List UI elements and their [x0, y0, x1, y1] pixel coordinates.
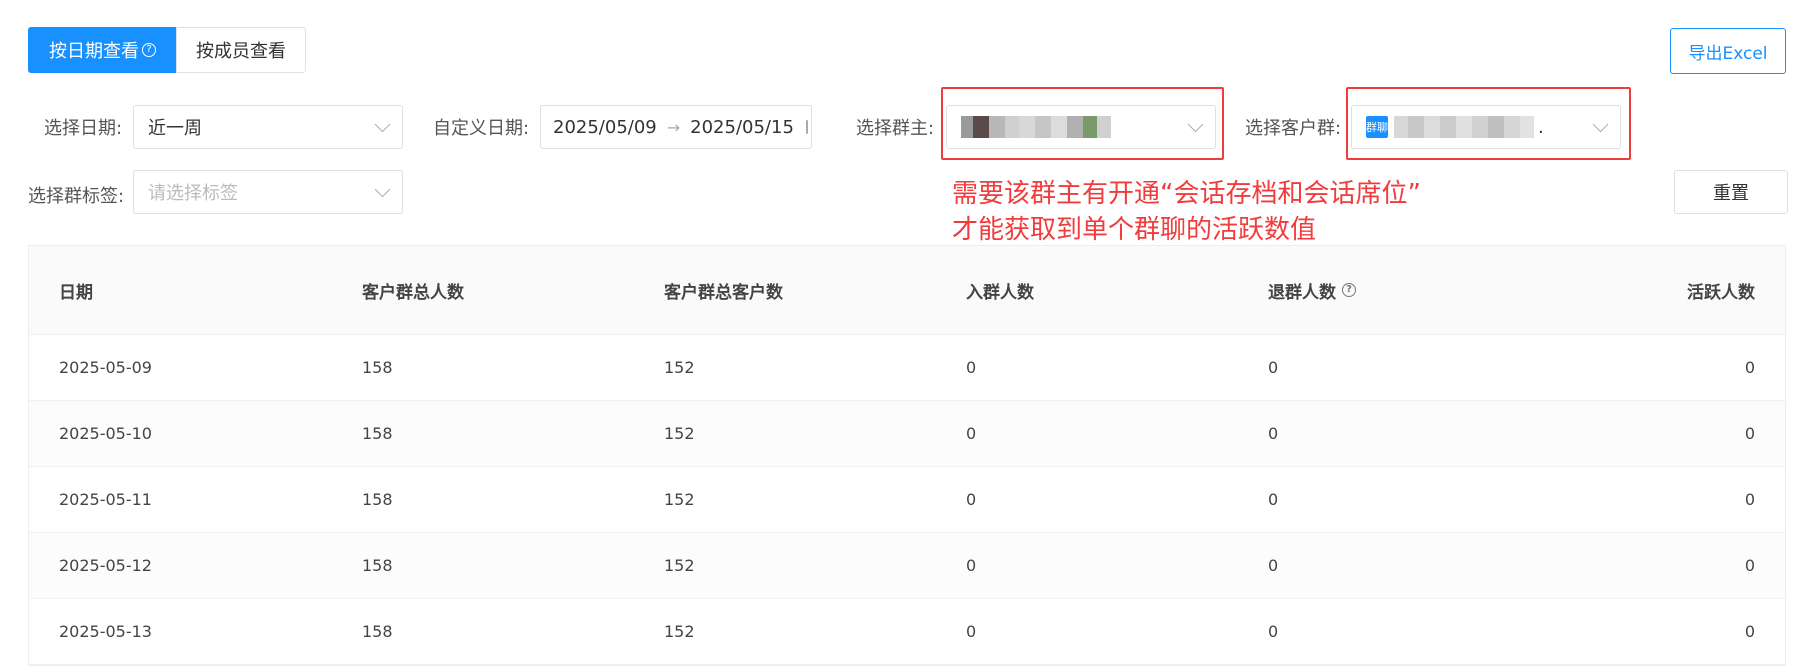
tab-by-date[interactable]: 按日期查看 ?	[28, 27, 177, 73]
date-select[interactable]: 近一周	[133, 105, 403, 149]
table-row: 2025-05-12 158 152 0 0 0	[29, 533, 1785, 599]
cell-joined: 0	[966, 622, 977, 641]
header-left-label: 退群人数	[1268, 282, 1336, 303]
custom-date-label: 自定义日期:	[433, 118, 530, 139]
owner-select-value-blurred	[961, 115, 1182, 139]
cell-date: 2025-05-11	[59, 490, 152, 509]
cell-total-members: 158	[362, 556, 393, 575]
cell-active: 0	[1744, 424, 1755, 443]
chevron-down-icon	[1592, 116, 1609, 132]
cell-total-customers: 152	[664, 490, 695, 509]
header-joined: 入群人数	[966, 282, 1034, 303]
chevron-down-icon	[1187, 116, 1204, 132]
date-select-value: 近一周	[148, 118, 202, 139]
cell-left: 0	[1268, 358, 1279, 377]
date-range-picker[interactable]: 2025/05/09 → 2025/05/15	[540, 105, 812, 149]
cell-left: 0	[1268, 556, 1279, 575]
tab-by-date-label: 按日期查看	[49, 41, 139, 62]
tag-filter-label: 选择群标签:	[28, 186, 125, 207]
cell-active: 0	[1744, 490, 1755, 509]
tab-by-member[interactable]: 按成员查看	[176, 27, 306, 73]
cell-date: 2025-05-12	[59, 556, 152, 575]
stats-table: 日期 客户群总人数 客户群总客户数 入群人数 退群人数 ? 活跃人数 2025-…	[28, 245, 1786, 666]
tag-select[interactable]: 请选择标签	[133, 170, 403, 214]
chevron-down-icon	[374, 181, 391, 197]
start-date: 2025/05/09	[553, 116, 657, 138]
cell-total-customers: 152	[664, 358, 695, 377]
group-select-value-blurred: .	[1394, 115, 1587, 139]
export-excel-button[interactable]: 导出Excel	[1670, 28, 1786, 74]
help-icon[interactable]: ?	[142, 43, 156, 57]
tag-select-placeholder: 请选择标签	[148, 183, 238, 204]
help-icon[interactable]: ?	[1342, 283, 1356, 297]
header-total-members: 客户群总人数	[362, 282, 464, 303]
range-arrow-icon: →	[666, 117, 681, 137]
cell-joined: 0	[966, 358, 977, 377]
cell-active: 0	[1744, 622, 1755, 641]
group-chat-icon: 群聊	[1366, 116, 1388, 138]
owner-filter-label: 选择群主:	[856, 118, 935, 139]
cell-date: 2025-05-09	[59, 358, 152, 377]
tab-by-member-label: 按成员查看	[196, 41, 286, 62]
owner-select[interactable]	[946, 105, 1216, 149]
cell-joined: 0	[966, 490, 977, 509]
cell-active: 0	[1744, 556, 1755, 575]
table-row: 2025-05-13 158 152 0 0 0	[29, 599, 1785, 665]
cell-left: 0	[1268, 424, 1279, 443]
cell-left: 0	[1268, 622, 1279, 641]
group-select[interactable]: 群聊 .	[1351, 105, 1621, 149]
calendar-icon	[805, 120, 808, 134]
cell-total-members: 158	[362, 490, 393, 509]
annotation-note-line2: 才能获取到单个群聊的活跃数值	[952, 215, 1317, 245]
cell-total-members: 158	[362, 358, 393, 377]
cell-joined: 0	[966, 556, 977, 575]
end-date: 2025/05/15	[690, 116, 794, 138]
cell-total-customers: 152	[664, 556, 695, 575]
header-left: 退群人数 ?	[1238, 278, 1540, 303]
table-body: 2025-05-09 158 152 0 0 0 2025-05-10 158 …	[29, 335, 1785, 665]
chevron-down-icon	[374, 116, 391, 132]
cell-active: 0	[1744, 358, 1755, 377]
header-active: 活跃人数	[1687, 282, 1755, 303]
table-header: 日期 客户群总人数 客户群总客户数 入群人数 退群人数 ? 活跃人数	[29, 246, 1785, 335]
table-row: 2025-05-10 158 152 0 0 0	[29, 401, 1785, 467]
cell-date: 2025-05-10	[59, 424, 152, 443]
date-filter-label: 选择日期:	[44, 118, 123, 139]
cell-left: 0	[1268, 490, 1279, 509]
cell-date: 2025-05-13	[59, 622, 152, 641]
cell-total-customers: 152	[664, 622, 695, 641]
reset-button[interactable]: 重置	[1674, 170, 1788, 214]
header-total-customers: 客户群总客户数	[664, 282, 783, 303]
annotation-note-line1: 需要该群主有开通“会话存档和会话席位”	[952, 179, 1421, 209]
cell-total-members: 158	[362, 622, 393, 641]
table-row: 2025-05-11 158 152 0 0 0	[29, 467, 1785, 533]
group-filter-label: 选择客户群:	[1245, 118, 1342, 139]
header-date: 日期	[59, 282, 93, 303]
cell-joined: 0	[966, 424, 977, 443]
table-row: 2025-05-09 158 152 0 0 0	[29, 335, 1785, 401]
cell-total-customers: 152	[664, 424, 695, 443]
cell-total-members: 158	[362, 424, 393, 443]
group-value-tail: .	[1538, 116, 1544, 138]
